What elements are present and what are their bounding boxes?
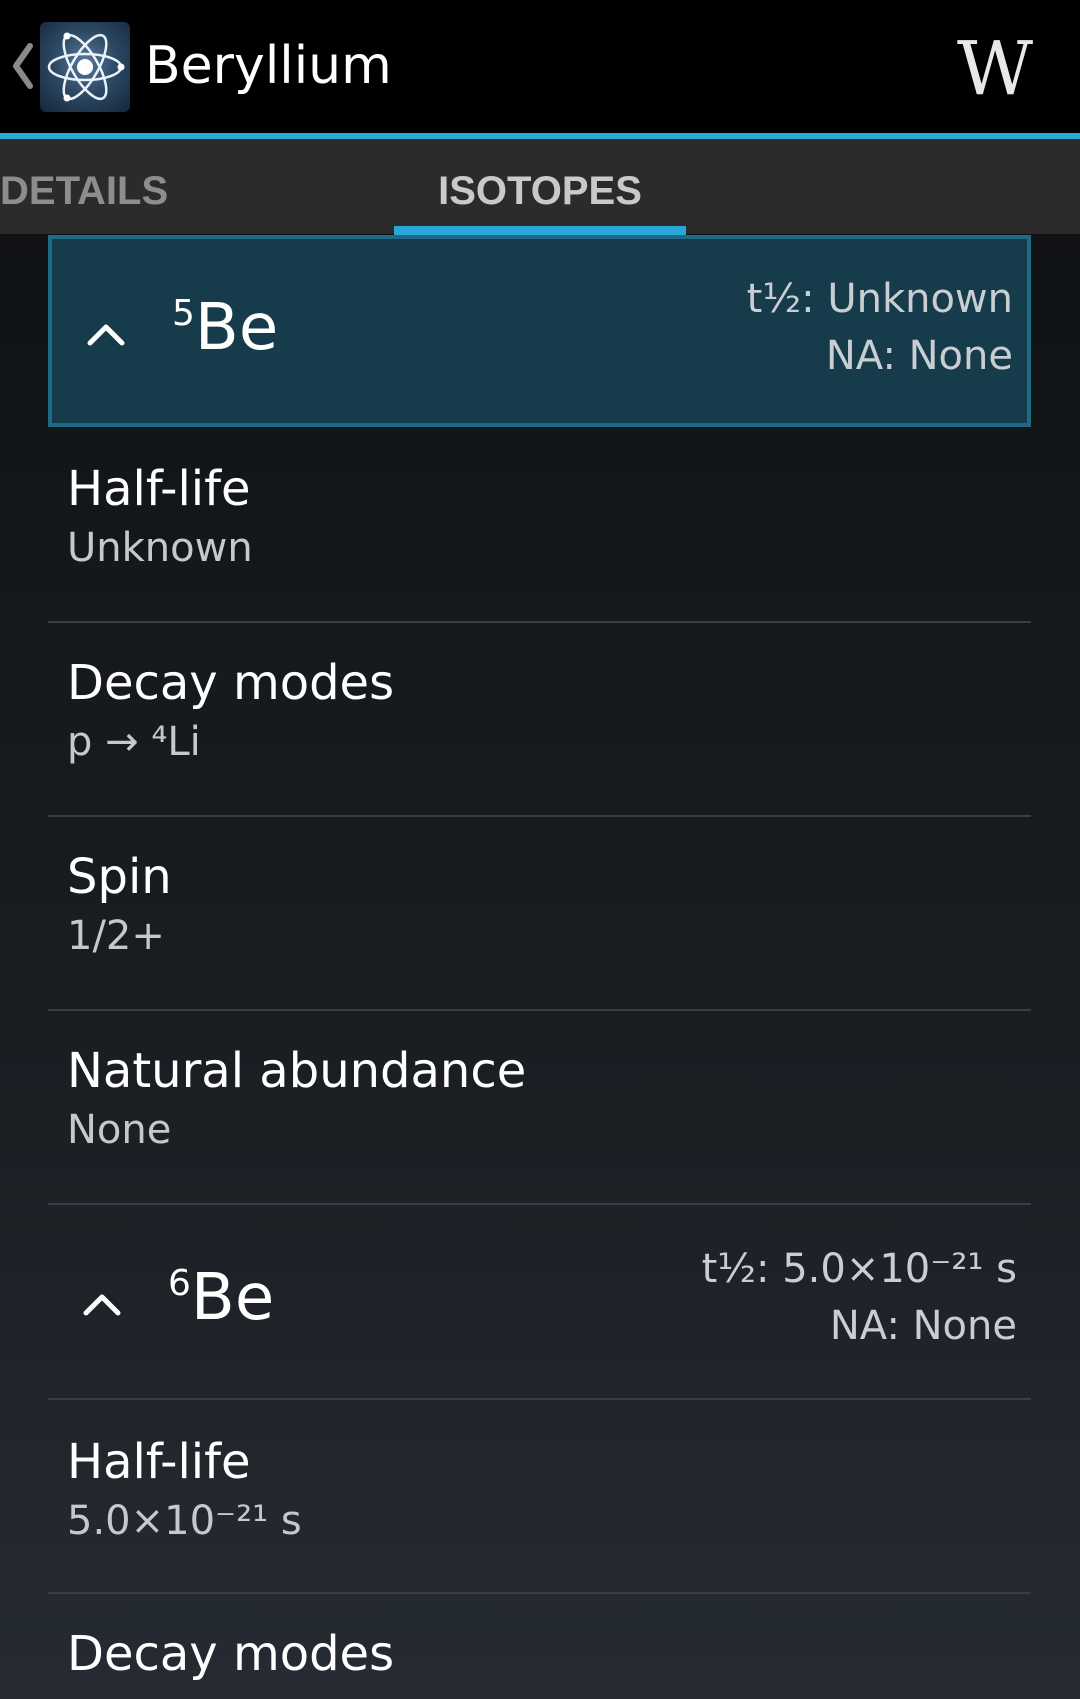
summary-natural-abundance: NA: None [829,1303,1017,1349]
summary-half-life: t½: Unknown [746,276,1013,322]
action-bar: Beryllium W [0,0,1080,133]
property-label: Half-life [67,1434,251,1490]
property-row-half-life: Half-life 5.0×10⁻²¹ s [48,1400,1031,1594]
isotope-mass-number: 6 [168,1263,191,1304]
property-label: Half-life [67,461,251,517]
property-row-natural-abundance: Natural abundance None [48,1011,1031,1205]
property-row-spin: Spin 1/2+ [48,817,1031,1011]
screen: Beryllium W DETAILS ISOTOPES 5Be t½: Unk… [0,0,1080,1699]
chevron-up-icon[interactable] [82,1287,122,1317]
tab-indicator [394,226,686,235]
chevron-up-icon[interactable] [86,317,126,347]
isotope-mass-number: 5 [172,293,195,334]
wikipedia-icon[interactable]: W [950,26,1040,112]
property-row-decay-modes: Decay modes [48,1594,1031,1699]
property-label: Decay modes [67,655,395,711]
property-value: Unknown [67,525,253,571]
summary-half-life: t½: 5.0×10⁻²¹ s [701,1246,1017,1292]
isotope-header-6be[interactable]: 6Be t½: 5.0×10⁻²¹ s NA: None [48,1205,1031,1398]
property-row-decay-modes: Decay modes p → ⁴Li [48,623,1031,817]
property-value: 5.0×10⁻²¹ s [67,1498,302,1544]
app-title: Beryllium [145,36,392,96]
property-label: Decay modes [67,1626,395,1682]
tab-bar: DETAILS ISOTOPES [0,139,1080,234]
atom-icon[interactable] [40,22,130,112]
property-value: None [67,1107,172,1153]
tab-isotopes[interactable]: ISOTOPES [394,139,686,234]
isotope-summary: t½: 5.0×10⁻²¹ s NA: None [702,1241,1017,1355]
isotope-symbol: Be [190,1261,275,1335]
isotope-summary: t½: Unknown NA: None [747,271,1013,385]
isotope-symbol: Be [194,291,279,365]
property-label: Spin [67,849,172,905]
property-label: Natural abundance [67,1043,527,1099]
summary-natural-abundance: NA: None [825,333,1013,379]
isotope-name: 5Be [172,291,278,365]
property-row-half-life: Half-life Unknown [48,427,1031,621]
isotope-header-5be[interactable]: 5Be t½: Unknown NA: None [48,235,1031,427]
tab-details[interactable]: DETAILS [0,139,168,234]
isotope-name: 6Be [168,1261,274,1335]
property-value: 1/2+ [67,913,165,959]
property-value: p → ⁴Li [67,719,201,765]
chevron-left-icon[interactable] [8,38,36,94]
